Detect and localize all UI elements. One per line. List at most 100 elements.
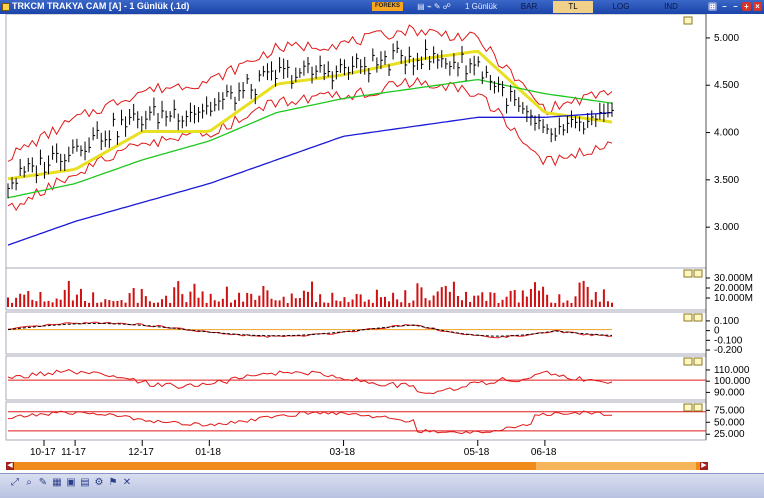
close-icon[interactable]: × [753, 2, 762, 11]
volume-bar [250, 293, 253, 307]
save-icon[interactable]: ▣ [66, 478, 76, 488]
volume-bar [521, 290, 524, 307]
maximize-icon[interactable]: + [742, 2, 751, 11]
close-tool-icon[interactable]: ✕ [122, 478, 132, 488]
volume-bar [367, 299, 370, 307]
toolbar-icons[interactable]: ▤ ⌁ ✎ ☍ [412, 1, 456, 13]
volume-bar [242, 301, 245, 307]
volume-bar [379, 297, 382, 307]
volume-bar [542, 286, 545, 307]
price-axis: 5.000 4.500 4.000 3.500 3.000 [706, 33, 739, 233]
volume-bar [7, 297, 9, 307]
volume-bar [63, 289, 66, 307]
volume-bar [104, 299, 107, 307]
bar-type-button[interactable]: BAR [515, 1, 543, 13]
volume-bar [108, 300, 111, 307]
volume-bar [485, 300, 488, 307]
minimize-icon[interactable]: – [720, 2, 729, 11]
volume-bar [448, 291, 451, 307]
chart-icon[interactable]: ▦ [52, 478, 62, 488]
scroll-left-icon[interactable]: ◀ [6, 462, 14, 470]
volume-bar [79, 288, 82, 307]
draw-icon[interactable]: ✎ [38, 478, 48, 488]
volume-bar [75, 294, 78, 307]
volume-bar [185, 302, 188, 307]
currency-button[interactable]: TL [553, 1, 593, 13]
moving-average-line [7, 49, 613, 181]
macd-chart [7, 321, 613, 339]
volume-bar [39, 291, 42, 307]
volume-bar [234, 299, 237, 307]
scroll-right-icon[interactable]: ▶ [700, 462, 708, 470]
volume-bar [509, 290, 512, 307]
settings-icon[interactable]: ⚙ [94, 478, 104, 488]
volume-bar [306, 291, 309, 307]
volume-bar [432, 295, 435, 307]
volume-bar [456, 295, 459, 307]
volume-bar [529, 288, 532, 307]
volume-bar [416, 283, 419, 307]
volume-bar [319, 294, 322, 307]
rsi-tick-label: 25.000 [714, 429, 745, 440]
title-bar: TRKCM TRAKYA CAM [A] - 1 Günlük (.1d) FO… [0, 0, 764, 14]
volume-bar [177, 281, 180, 307]
volume-bar [169, 302, 172, 307]
volume-bar [315, 302, 318, 307]
log-scale-button[interactable]: LOG [606, 1, 636, 13]
volume-bar [412, 300, 415, 307]
volume-bar [189, 291, 192, 307]
volume-bar [538, 290, 541, 307]
volume-bar [197, 297, 200, 307]
volume-bar [566, 300, 569, 307]
volume-bar [15, 297, 18, 307]
volume-bar [59, 299, 62, 307]
horizontal-scrollbar[interactable]: ◀ ▶ [6, 462, 708, 470]
period-button[interactable]: 1 Günlük [460, 1, 502, 13]
panel-buttons[interactable] [683, 16, 703, 412]
rsi-axis: 75.00050.00025.000 [706, 405, 745, 440]
volume-bar [481, 292, 484, 307]
volume-bar [517, 302, 520, 307]
moving-average-line [7, 78, 613, 199]
indicator-button[interactable]: IND [655, 1, 687, 13]
restore-icon[interactable]: – [731, 2, 740, 11]
volume-bar [71, 300, 74, 307]
volume-bar [578, 282, 581, 307]
macd-panel-frame [5, 311, 707, 355]
volume-bar [152, 302, 155, 307]
date-label: 03-18 [330, 447, 356, 457]
chart-area[interactable]: 5.000 4.500 4.000 3.500 3.000 30.000M20.000M… [0, 14, 764, 457]
volume-bar [156, 302, 159, 307]
volume-bar [55, 298, 58, 307]
macd-axis: 0.1000-0.100-0.200 [706, 316, 743, 356]
date-label: 06-18 [531, 447, 557, 457]
volume-bar [582, 280, 585, 307]
price-chart [7, 24, 614, 246]
volume-bar [505, 296, 508, 307]
print-icon[interactable]: ▤ [80, 478, 90, 488]
momentum-tick-label: 90.000 [714, 387, 745, 398]
volume-bar [558, 294, 561, 307]
volume-bar [128, 293, 131, 307]
volume-bar [217, 301, 220, 307]
volume-bar [132, 288, 135, 307]
foreks-logo: FOREKS [372, 2, 404, 11]
volume-bar [533, 282, 536, 307]
date-label: 01-18 [195, 447, 221, 457]
scroll-thumb[interactable] [536, 462, 696, 470]
volume-chart [7, 280, 613, 307]
search-icon[interactable]: ⌕ [24, 478, 34, 488]
rsi-chart [7, 410, 706, 435]
volume-bar [181, 294, 184, 307]
volume-bar [262, 286, 265, 307]
pin-icon[interactable]: ⊞ [708, 2, 717, 11]
date-label: 11-17 [61, 447, 86, 457]
volume-bar [473, 295, 476, 307]
volume-bar [355, 293, 358, 307]
options-icon[interactable]: ⚑ [108, 478, 118, 488]
volume-bar [570, 302, 573, 307]
volume-bar [550, 302, 553, 307]
zoom-icon[interactable]: ⤢ [10, 478, 20, 488]
volume-bar [408, 302, 411, 307]
volume-bar [546, 294, 549, 307]
